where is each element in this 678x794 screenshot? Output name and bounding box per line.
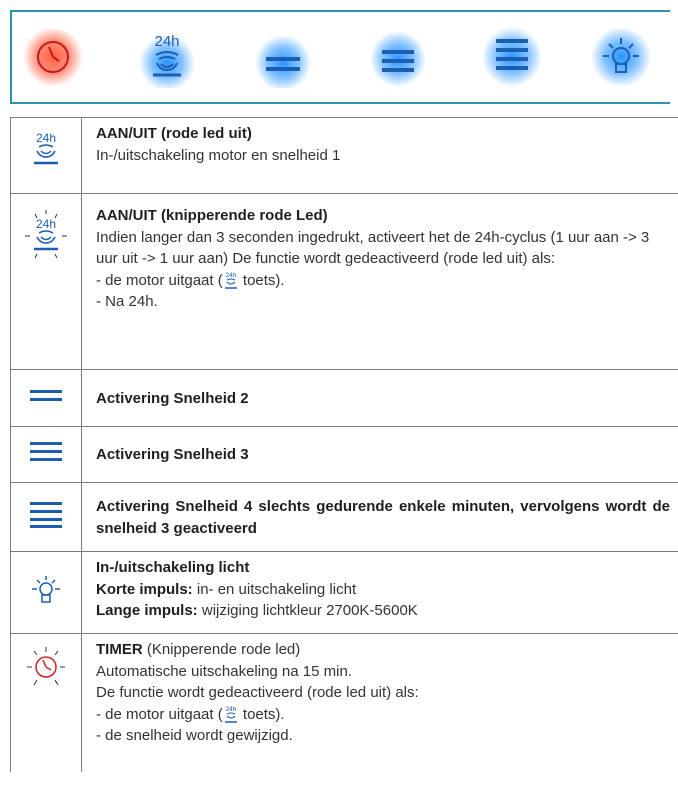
speed-3-icon (370, 31, 426, 87)
24h-cycle-blinking-icon: 24h (25, 210, 67, 259)
list-item: - de motor uitgaat (24h toets). (96, 705, 285, 723)
light-button[interactable] (590, 26, 652, 88)
cycle-24h-button[interactable]: 24h (136, 26, 198, 88)
icon-cell (10, 482, 82, 552)
long-press-text: wijziging lichtkleur 2700K-5600K (197, 602, 418, 619)
row-title-note: (Knipperende rode led) (142, 641, 301, 658)
list-item: - de motor uitgaat (24h toets). (96, 271, 285, 289)
speed-4-button[interactable] (481, 26, 543, 88)
row-title: AAN/UIT (knipperende rode Led) (96, 207, 328, 224)
icon-cell: 24h (10, 117, 82, 194)
table-row: Activering Snelheid 2 (10, 369, 678, 427)
speed-4-icon (30, 501, 62, 528)
24h-cycle-icon: 24h (139, 33, 195, 88)
speed-2-button[interactable] (252, 26, 314, 88)
function-table: 24h AAN/UIT (rode led uit) In-/uitschake… (10, 117, 678, 772)
row-title: TIMER (96, 641, 143, 658)
24h-cycle-icon: 24h (224, 272, 237, 289)
speed-2-icon (30, 389, 62, 401)
table-row: Activering Snelheid 3 (10, 426, 678, 483)
description-cell: TIMER (Knipperende rode led) Automatisch… (81, 633, 678, 772)
row-title: In-/uitschakeling licht (96, 559, 250, 576)
24h-label: 24h (154, 33, 179, 50)
timer-button[interactable] (22, 26, 84, 88)
light-icon (32, 576, 60, 603)
svg-text:24h: 24h (225, 706, 236, 713)
description-cell: AAN/UIT (knipperende rode Led) Indien la… (81, 193, 678, 370)
description-cell: AAN/UIT (rode led uit) In-/uitschakeling… (81, 117, 678, 194)
row-text: Indien langer dan 3 seconden ingedrukt, … (96, 228, 650, 268)
row-text: Automatische uitschakeling na 15 min. (96, 662, 352, 680)
svg-text:24h: 24h (225, 272, 236, 279)
speed-2-icon (255, 35, 311, 88)
row-title: AAN/UIT (rode led uit) (96, 125, 252, 142)
row-text: In-/uitschakeling motor en snelheid 1 (96, 146, 341, 164)
list-item: - Na 24h. (96, 293, 158, 310)
description-cell: Activering Snelheid 2 (81, 369, 678, 427)
timer-icon (23, 27, 83, 87)
description-cell: Activering Snelheid 3 (81, 426, 678, 483)
description-cell: In-/uitschakeling licht Korte impuls: in… (81, 551, 678, 634)
table-row: In-/uitschakeling licht Korte impuls: in… (10, 551, 678, 634)
svg-text:24h: 24h (36, 217, 56, 231)
24h-cycle-icon: 24h (34, 131, 58, 165)
table-row: 24h AAN/UIT (rode led uit) In-/uitschake… (10, 117, 678, 194)
icon-cell (10, 633, 82, 772)
icon-cell (10, 426, 82, 483)
row-title: Activering Snelheid 4 slechts gedurende … (96, 498, 670, 537)
speed-4-icon (482, 27, 542, 87)
short-press-text: in- en uitschakeling licht (192, 580, 357, 598)
control-panel: 24h (10, 10, 670, 104)
icon-cell: 24h (10, 193, 82, 370)
table-row: TIMER (Knipperende rode led) Automatisch… (10, 633, 678, 772)
list-item: - de snelheid wordt gewijzigd. (96, 727, 293, 744)
row-title: Activering Snelheid 3 (96, 446, 249, 464)
light-icon (591, 27, 651, 87)
icon-cell (10, 369, 82, 427)
svg-text:24h: 24h (36, 131, 56, 145)
table-row: 24h AAN/UIT (knipperende rode Led) Indie… (10, 193, 678, 370)
speed-3-button[interactable] (367, 26, 429, 88)
long-press-label: Lange impuls: (96, 602, 198, 619)
row-title: Activering Snelheid 2 (96, 389, 249, 407)
description-cell: Activering Snelheid 4 slechts gedurende … (81, 482, 678, 552)
table-row: Activering Snelheid 4 slechts gedurende … (10, 482, 678, 552)
timer-blinking-icon (27, 647, 65, 686)
icon-cell (10, 551, 82, 634)
short-press-label: Korte impuls: (96, 580, 193, 598)
24h-cycle-icon: 24h (224, 706, 237, 723)
speed-3-icon (30, 442, 62, 461)
row-text: De functie wordt gedeactiveerd (rode led… (96, 684, 419, 701)
